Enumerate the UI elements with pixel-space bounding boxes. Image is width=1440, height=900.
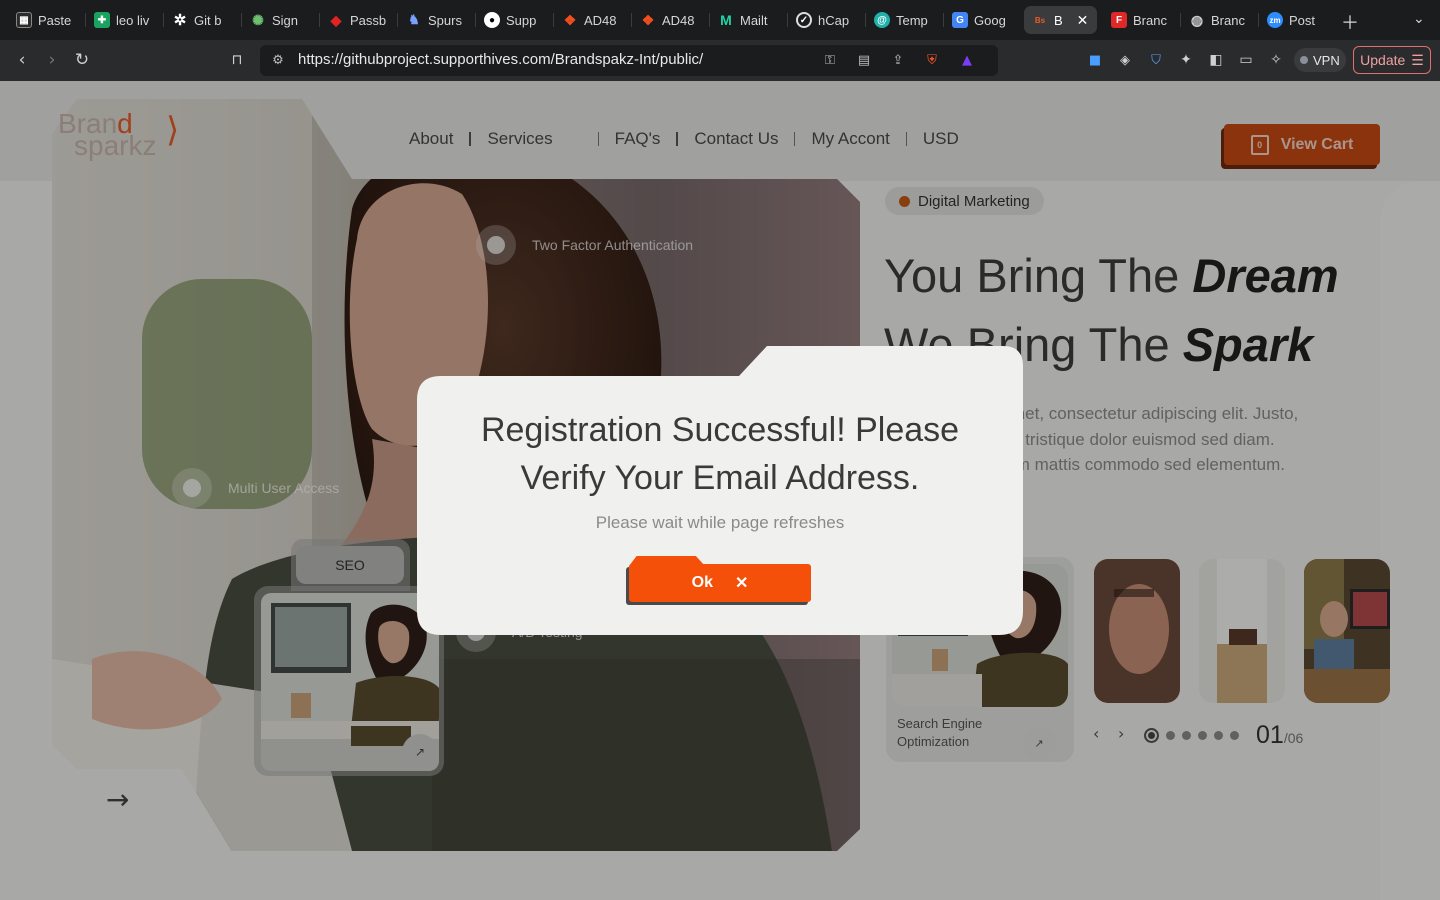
address-bar[interactable]: ⚙ https://githubproject.supporthives.com… [260,45,998,76]
brave-shield-icon[interactable]: ⛨ [922,50,942,70]
browser-tab[interactable]: ✲ Git b [164,6,242,34]
reader-mode-icon[interactable]: ▤ [854,50,874,70]
browser-tab-active[interactable]: Bs B ✕ [1024,6,1097,34]
modal-subtitle: Please wait while page refreshes [595,513,845,532]
back-button[interactable]: ‹ [10,48,34,72]
ok-button-face[interactable]: Ok ✕ [629,564,811,602]
browser-tab[interactable]: ❖ AD48 [632,6,710,34]
browser-tab[interactable]: ✺ Sign [242,6,320,34]
zoom-icon: zm [1267,12,1283,28]
browser-tab[interactable]: ♞ Spurs [398,6,476,34]
flipboard-icon: F [1111,12,1127,28]
update-button[interactable]: Update ☰ [1353,46,1431,74]
browser-tab[interactable]: ◆ Passb [320,6,398,34]
reload-button[interactable]: ↻ [70,48,94,72]
github-icon: ● [484,12,500,28]
ok-button[interactable]: Ok ✕ [626,556,811,605]
url-text[interactable]: https://githubproject.supporthives.com/B… [298,51,703,68]
spurs-icon: ♞ [408,12,420,27]
menu-icon: ☰ [1411,51,1424,68]
tab-list-chevron-icon[interactable]: ⌄ [1413,11,1425,27]
globe-icon: ◍ [1190,11,1204,28]
extension-diamond-icon[interactable]: ◈ [1113,48,1137,72]
vpn-status-dot [1300,56,1308,64]
forward-button[interactable]: › [40,48,64,72]
bookmark-icon[interactable]: ⊓ [225,48,249,72]
hcaptcha-icon: ✓ [796,12,812,28]
registration-success-modal: Registration Successful! Please Verify Y… [417,346,1023,635]
brandsparkz-icon: Bs [1034,15,1046,25]
browser-tab[interactable]: ◍ Branc [1181,6,1259,34]
close-icon: ✕ [734,575,749,592]
passbolt-icon: ◆ [330,11,342,28]
figma-icon: ❖ [563,11,577,28]
shield-icon[interactable]: ⛉ [1144,48,1168,72]
figma-icon: ❖ [641,11,655,28]
browser-tab[interactable]: F Branc [1103,6,1181,34]
wallet-icon[interactable]: ▭ [1234,48,1258,72]
extensions-puzzle-icon[interactable]: ✦ [1174,48,1198,72]
extension-icon[interactable]: ■ [1083,48,1107,72]
vpn-button[interactable]: VPN [1294,48,1346,72]
browser-tab[interactable]: ✓ hCap [788,6,866,34]
puzzle-icon: ✺ [252,11,264,28]
new-tab-button[interactable]: ＋ [1341,9,1359,35]
sidebar-icon[interactable]: ◧ [1204,48,1228,72]
browser-tab[interactable]: G Goog [944,6,1022,34]
site-settings-icon[interactable]: ⚙ [268,50,288,70]
browser-tab[interactable]: ❖ AD48 [554,6,632,34]
browser-tab[interactable]: ▦ Paste [8,6,86,34]
brave-rewards-icon[interactable]: ▲ [957,50,977,70]
browser-toolbar: ‹ › ↻ ⊓ ⚙ https://githubproject.supporth… [0,40,1440,81]
close-tab-icon[interactable]: ✕ [1077,12,1089,29]
browser-tab[interactable]: zm Post [1259,6,1337,34]
share-icon[interactable]: ⇪ [888,50,908,70]
paste-icon: ▦ [16,12,32,28]
temp-mail-icon: @ [874,12,890,28]
modal-title: Registration Successful! Please Verify Y… [480,411,960,497]
browser-tab[interactable]: ✚ leo liv [86,6,164,34]
sheets-icon: ✚ [94,12,110,28]
key-icon[interactable]: ⚿ [820,50,840,70]
browser-tab[interactable]: @ Temp [866,6,944,34]
gear-icon: ✲ [173,12,187,29]
google-translate-icon: G [952,12,968,28]
mailtrap-icon: M [720,12,732,28]
browser-tab[interactable]: ● Supp [476,6,554,34]
leo-ai-icon[interactable]: ✧ [1264,48,1288,72]
browser-tab[interactable]: M Mailt [710,6,788,34]
browser-tab-strip: ▦ Paste ✚ leo liv ✲ Git b ✺ Sign ◆ Passb… [0,0,1440,40]
